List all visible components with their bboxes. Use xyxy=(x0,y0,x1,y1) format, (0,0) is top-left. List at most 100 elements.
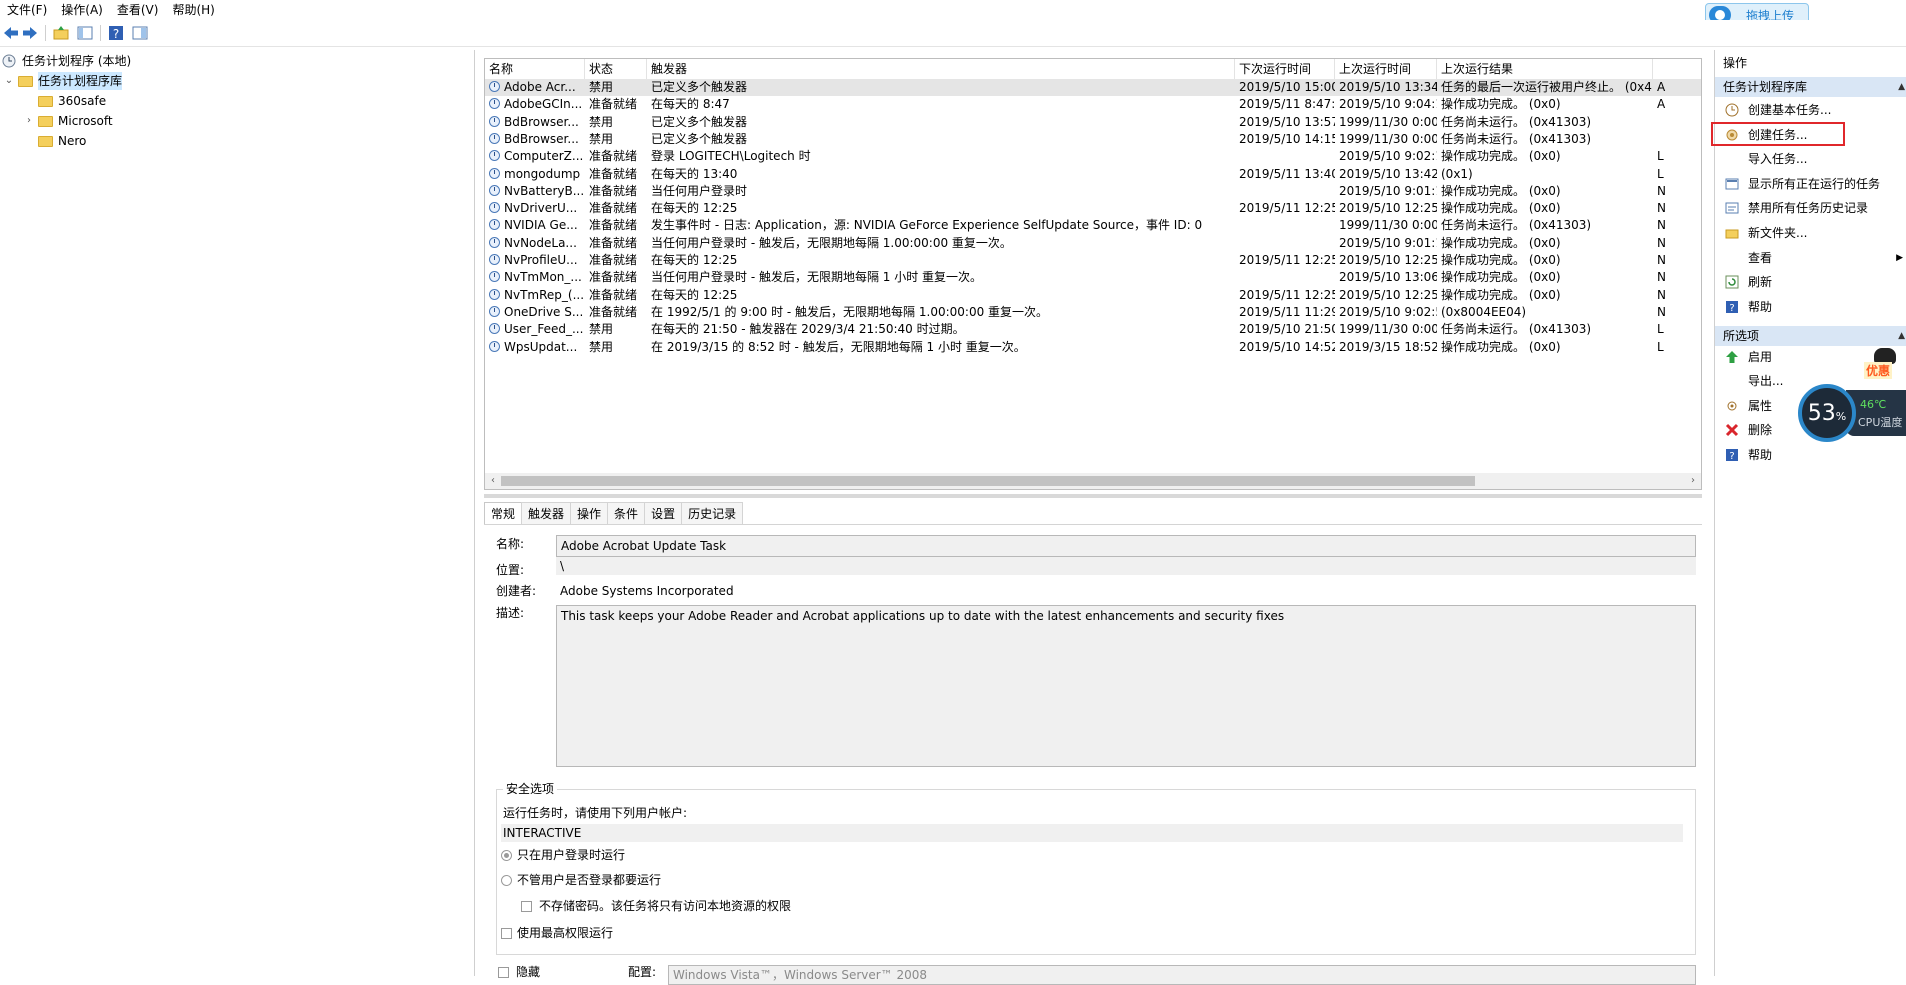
run-highest-privileges-checkbox[interactable] xyxy=(501,928,512,939)
action-item-items1-2[interactable]: 导入任务... xyxy=(1715,149,1906,169)
menu-view[interactable]: 查看(V) xyxy=(110,0,166,20)
chevron-down-icon[interactable]: ⌄ xyxy=(4,72,14,90)
action-item-items1-7[interactable]: 刷新 xyxy=(1715,272,1906,292)
task-name-cell: Adobe Acr... xyxy=(485,79,585,96)
action-item-items1-6[interactable]: 查看 ▶ xyxy=(1715,248,1906,268)
up-folder-icon[interactable] xyxy=(52,24,70,42)
table-row[interactable]: NVIDIA Ge... 准备就绪 发生事件时 - 日志: Application，… xyxy=(485,217,1701,234)
task-last-result-cell-text: (0x1) xyxy=(1441,166,1473,181)
help-icon[interactable]: ? xyxy=(107,24,125,42)
run-whether-logged-on-radio[interactable] xyxy=(501,875,512,886)
tree-item-nero[interactable]: Nero xyxy=(24,132,86,150)
table-row[interactable]: NvBatteryB... 准备就绪 当任何用户登录时 2019/5/10 9:01:… xyxy=(485,183,1701,200)
table-row[interactable]: WpsUpdat... 禁用 在 2019/3/15 的 8:52 时 - 触发后，… xyxy=(485,339,1701,356)
task-status-cell: 准备就绪 xyxy=(585,200,647,217)
tree-item-microsoft[interactable]: › Microsoft xyxy=(24,112,113,130)
tree-item-label: 360safe xyxy=(58,94,107,108)
column-header-status[interactable]: 状态 xyxy=(585,59,647,79)
action-item-items1-8[interactable]: ? 帮助 xyxy=(1715,297,1906,317)
action-item-items1-5[interactable]: 新文件夹... xyxy=(1715,223,1906,243)
tree-item-library[interactable]: ⌄ 任务计划程序库 xyxy=(4,72,123,90)
table-row[interactable]: NvProfileU... 准备就绪 在每天的 12:25 2019/5/11 12:… xyxy=(485,252,1701,269)
action-pane-icon[interactable] xyxy=(131,24,149,42)
tab-triggers[interactable]: 触发器 xyxy=(521,502,572,524)
tree-root[interactable]: 任务计划程序 (本地) xyxy=(2,52,131,70)
menu-file[interactable]: 文件(F) xyxy=(0,0,54,20)
show-hide-tree-icon[interactable] xyxy=(76,24,94,42)
task-last-result-cell: (0x8004EE04) xyxy=(1437,304,1653,321)
collapse-up-icon[interactable]: ▲ xyxy=(1898,326,1905,346)
forward-arrow-icon[interactable] xyxy=(21,24,39,42)
running-tasks-icon xyxy=(1725,177,1739,191)
task-name-cell: BdBrowser... xyxy=(485,131,585,148)
menu-action[interactable]: 操作(A) xyxy=(54,0,110,20)
table-row[interactable]: User_Feed_... 禁用 在每天的 21:50 - 触发器在 2029/3/… xyxy=(485,321,1701,338)
task-trigger-cell: 在每天的 21:50 - 触发器在 2029/3/4 21:50:40 时过期。 xyxy=(647,321,1235,338)
column-header-last-result[interactable]: 上次运行结果 xyxy=(1437,59,1653,79)
task-author-cell-text: N xyxy=(1657,201,1666,216)
action-item-items2-4[interactable]: ? 帮助 xyxy=(1715,445,1906,465)
task-author-cell: N xyxy=(1653,269,1701,286)
horizontal-scrollbar[interactable]: ‹ › xyxy=(485,473,1701,489)
task-name-cell: NvDriverU... xyxy=(485,200,585,217)
table-row[interactable]: OneDrive S... 准备就绪在 1992/5/1 的 9:00 时 - 触… xyxy=(485,304,1701,321)
table-row[interactable]: mongodump 准备就绪在每天的 13:40 2019/5/11 13:40:5… xyxy=(485,166,1701,183)
task-author-cell xyxy=(1653,114,1701,131)
task-last-result-cell-text: 任务的最后一次运行被用户终止。 (0x41306) xyxy=(1441,80,1653,94)
section-library-header[interactable]: 任务计划程序库 ▲ xyxy=(1715,77,1906,97)
task-last-result-cell-text: 任务尚未运行。 (0x41303) xyxy=(1441,114,1592,129)
task-trigger-cell: 当任何用户登录时 - 触发后，无限期地每隔 1 小时 重复一次。 xyxy=(647,269,1235,286)
location-value: \ xyxy=(556,557,1696,575)
action-item-label: 属性 xyxy=(1748,398,1773,413)
column-header-triggers[interactable]: 触发器 xyxy=(647,59,1235,79)
tab-history[interactable]: 历史记录 xyxy=(681,502,744,524)
tab-conditions[interactable]: 条件 xyxy=(607,502,646,524)
table-row[interactable]: Adobe Acr... 禁用 已定义多个触发器 2019/5/10 15:00:00… xyxy=(485,79,1701,96)
menu-help[interactable]: 帮助(H) xyxy=(165,0,221,20)
task-last-run-cell: 2019/5/10 9:02:16 xyxy=(1335,148,1437,165)
basic-task-icon xyxy=(1725,103,1739,117)
table-row[interactable]: NvDriverU... 准备就绪 在每天的 12:25 2019/5/11 12:2… xyxy=(485,200,1701,217)
column-header-last-run[interactable]: 上次运行时间 xyxy=(1335,59,1437,79)
back-arrow-icon[interactable] xyxy=(2,24,20,42)
tab-actions[interactable]: 操作 xyxy=(570,502,609,524)
scroll-right-icon[interactable]: › xyxy=(1685,473,1701,489)
chevron-right-icon[interactable]: › xyxy=(24,112,34,130)
scrollbar-thumb[interactable] xyxy=(501,476,1475,486)
task-name-field[interactable]: Adobe Acrobat Update Task xyxy=(556,535,1696,557)
tab-general[interactable]: 常规 xyxy=(484,502,523,525)
promo-badge[interactable]: 优惠 xyxy=(1864,362,1893,379)
table-row[interactable]: ComputerZ... 准备就绪 登录 LOGITECH\Logitech 时 20… xyxy=(485,148,1701,165)
action-item-items1-0[interactable]: 创建基本任务... xyxy=(1715,100,1906,120)
configure-for-select[interactable]: Windows Vista™，Windows Server™ 2008 xyxy=(668,965,1696,985)
run-only-logged-on-radio[interactable] xyxy=(501,850,512,861)
column-header-next-run[interactable]: 下次运行时间 xyxy=(1235,59,1335,79)
pane-splitter[interactable] xyxy=(484,494,1702,498)
task-next-run-cell-text: 2019/5/10 14:15:17 xyxy=(1239,131,1335,146)
task-name-cell: NvProfileU... xyxy=(485,252,585,269)
table-row[interactable]: BdBrowser... 禁用 已定义多个触发器 2019/5/10 14:15:17… xyxy=(485,131,1701,148)
tree-item-360safe[interactable]: 360safe xyxy=(24,92,106,110)
run-highest-privileges-label: 使用最高权限运行 xyxy=(517,926,614,940)
description-field[interactable]: This task keeps your Adobe Reader and Ac… xyxy=(556,605,1696,767)
action-item-label: 导出... xyxy=(1748,374,1784,389)
task-name-cell: WpsUpdat... xyxy=(485,339,585,356)
action-item-items1-3[interactable]: 显示所有正在运行的任务 xyxy=(1715,174,1906,194)
cpu-monitor-widget[interactable]: 优惠 46℃ CPU温度 53% xyxy=(1794,348,1906,444)
do-not-store-password-checkbox[interactable] xyxy=(521,901,532,912)
table-row[interactable]: AdobeGCIn... 准备就绪 在每天的 8:47 2019/5/11 8:47:… xyxy=(485,96,1701,113)
hidden-checkbox[interactable] xyxy=(498,967,509,978)
tab-settings[interactable]: 设置 xyxy=(644,502,683,524)
collapse-up-icon[interactable]: ▲ xyxy=(1898,77,1905,97)
action-item-items1-4[interactable]: 禁用所有任务历史记录 xyxy=(1715,198,1906,218)
table-row[interactable]: NvTmRep_(... 准备就绪 在每天的 12:25 2019/5/11 12:2… xyxy=(485,287,1701,304)
table-row[interactable]: NvNodeLa... 准备就绪 当任何用户登录时 - 触发后，无限期地每隔 1.0… xyxy=(485,235,1701,252)
table-row[interactable]: NvTmMon_... 准备就绪 当任何用户登录时 - 触发后，无限期地每隔 1 小… xyxy=(485,269,1701,286)
description-label: 描述: xyxy=(496,606,525,620)
section-selected-header[interactable]: 所选项 ▲ xyxy=(1715,326,1906,346)
author-label: 创建者: xyxy=(496,584,537,598)
task-last-result-cell-text: 操作成功完成。 (0x0) xyxy=(1441,270,1561,285)
scroll-left-icon[interactable]: ‹ xyxy=(485,473,501,489)
column-header-name[interactable]: 名称 xyxy=(485,59,585,79)
table-row[interactable]: BdBrowser... 禁用 已定义多个触发器 2019/5/10 13:57:14… xyxy=(485,114,1701,131)
